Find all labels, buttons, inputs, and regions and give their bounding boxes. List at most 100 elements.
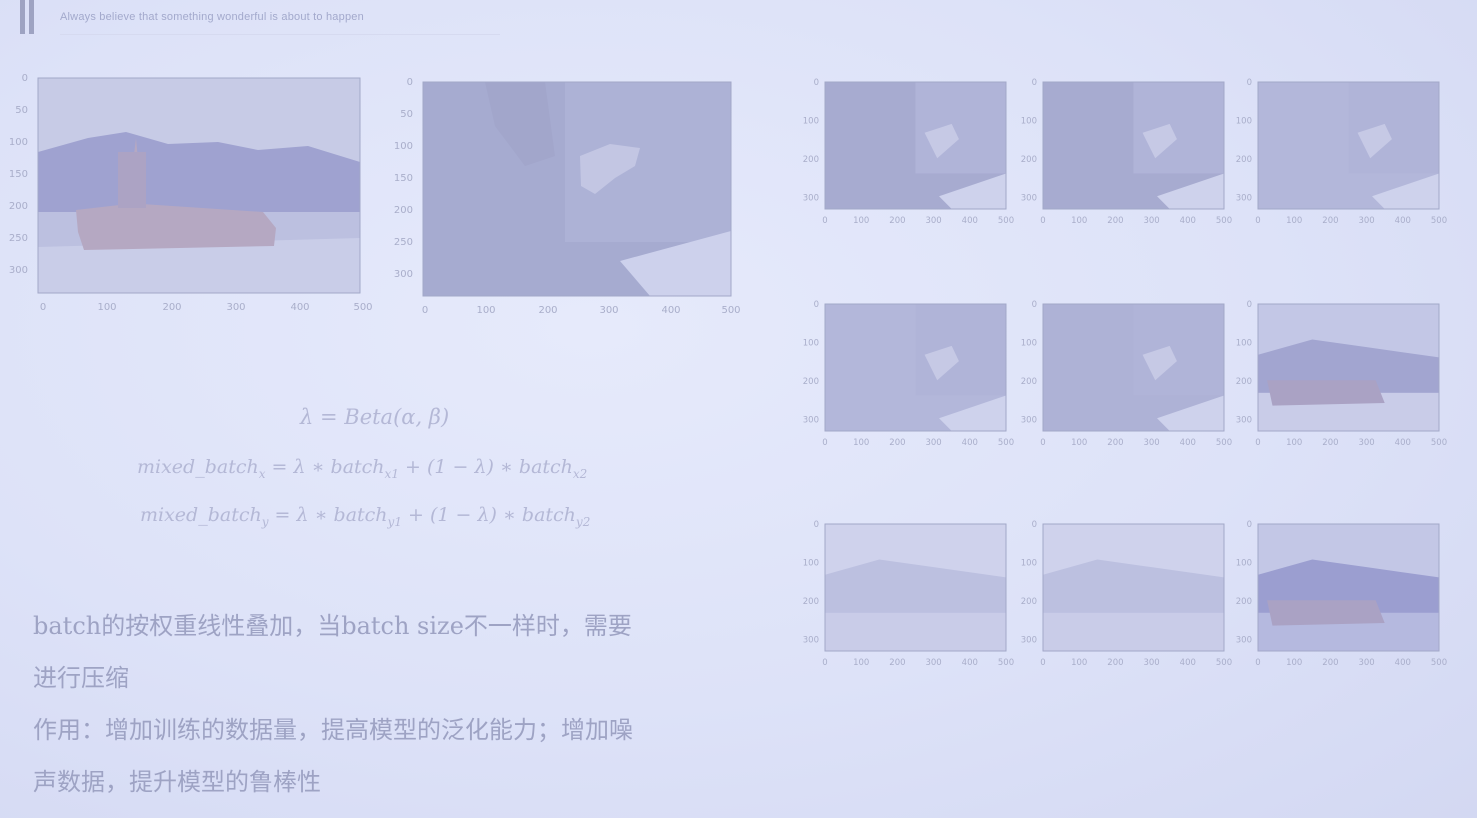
mixup-6-xtick-5: 500 [1431,438,1447,448]
boat-ytick-5: 250 [9,233,28,244]
mixup-image-9 [1258,524,1439,651]
boat-xtick-4: 400 [290,302,309,313]
body-text-line-3: 作用：增加训练的数据量，提高模型的泛化能力；增加噪 [33,716,633,744]
mixup-4-ytick-0: 0 [814,300,819,310]
mixup-2-ytick-2: 200 [1021,155,1037,165]
mixup-plot-5: 0 100 200 300 0 100 200 300 400 500 [1015,296,1244,459]
horse-xtick-5: 500 [721,305,740,316]
mixup-6-xtick-0: 0 [1255,438,1260,448]
horse-xtick-2: 200 [538,305,557,316]
mixup-2-ytick-3: 300 [1021,193,1037,203]
mixup-9-xtick-4: 400 [1395,658,1411,668]
horse-xtick-3: 300 [599,305,618,316]
horse-x-ticks: 0 100 200 300 400 500 [422,305,741,316]
mixup-1-ytick-1: 100 [803,116,819,126]
mixup-5-ytick-2: 200 [1021,377,1037,387]
horse-ytick-2: 100 [394,141,413,152]
mixup-3-xtick-4: 400 [1395,216,1411,226]
mixup-8-ytick-2: 200 [1021,597,1037,607]
mixup-2-ytick-1: 100 [1021,116,1037,126]
mixup-5-xtick-0: 0 [1040,438,1045,448]
mixup-3-xtick-1: 100 [1286,216,1302,226]
mixup-plot-7: 0 100 200 300 0 100 200 300 400 500 [797,516,1026,679]
horse-ytick-6: 300 [394,269,413,280]
mixup-1-xtick-5: 500 [998,216,1014,226]
mixup-7-xtick-5: 500 [998,658,1014,668]
mixup-plot-6: 0 100 200 300 0 100 200 300 400 500 [1230,296,1459,459]
formula-mixed-batch-y: mixed_batchy = λ ∗ batchy1 + (1 − λ) ∗ b… [140,504,591,529]
mixup-4-xtick-2: 200 [889,438,905,448]
mixup-3-ytick-1: 100 [1236,116,1252,126]
mixup-7-ytick-3: 300 [803,635,819,645]
mixup-9-ytick-1: 100 [1236,558,1252,568]
mixup-8-xtick-0: 0 [1040,658,1045,668]
mixup-1-xtick-0: 0 [822,216,827,226]
mixup-3-xtick-2: 200 [1322,216,1338,226]
mixup-1-ytick-2: 200 [803,155,819,165]
mixup-6-ytick-3: 300 [1236,415,1252,425]
boat-ytick-1: 50 [15,105,28,116]
mixup-3-xtick-0: 0 [1255,216,1260,226]
boat-xtick-5: 500 [353,302,372,313]
body-text-line-2: 进行压缩 [33,664,129,692]
mixup-plot-8: 0 100 200 300 0 100 200 300 400 500 [1015,516,1244,679]
mixup-image-6 [1258,304,1439,431]
mixup-image-3 [1258,82,1439,209]
mixup-5-xtick-3: 300 [1143,438,1159,448]
mixup-5-ytick-1: 100 [1021,338,1037,348]
mixup-8-ytick-1: 100 [1021,558,1037,568]
mixup-2-ytick-0: 0 [1032,78,1037,88]
mixup-image-1 [825,82,1006,209]
boat-xtick-2: 200 [162,302,181,313]
mixup-3-xtick-5: 500 [1431,216,1447,226]
mixup-4-xtick-1: 100 [853,438,869,448]
mixup-3-ytick-3: 300 [1236,193,1252,203]
mixup-8-xtick-4: 400 [1180,658,1196,668]
mixup-9-xtick-1: 100 [1286,658,1302,668]
mixup-image-2 [1043,82,1224,209]
mixup-8-ytick-0: 0 [1032,520,1037,530]
mixup-7-xtick-3: 300 [925,658,941,668]
mixup-2-xtick-3: 300 [1143,216,1159,226]
mixup-7-ytick-1: 100 [803,558,819,568]
mixup-9-xtick-5: 500 [1431,658,1447,668]
mixup-5-xtick-1: 100 [1071,438,1087,448]
mixup-7-ytick-2: 200 [803,597,819,607]
horse-ytick-4: 200 [394,205,413,216]
mixup-9-ytick-3: 300 [1236,635,1252,645]
mixup-3-ytick-2: 200 [1236,155,1252,165]
mixup-7-xtick-0: 0 [822,658,827,668]
mixup-9-xtick-2: 200 [1322,658,1338,668]
mixup-1-xtick-2: 200 [889,216,905,226]
mixup-1-xtick-1: 100 [853,216,869,226]
mixup-9-xtick-3: 300 [1358,658,1374,668]
horse-ytick-1: 50 [400,109,413,120]
mixup-8-xtick-2: 200 [1107,658,1123,668]
logo-icon [20,0,38,34]
mixup-3-ytick-0: 0 [1247,78,1252,88]
mixup-6-xtick-4: 400 [1395,438,1411,448]
boat-image [38,78,360,293]
boat-ytick-3: 150 [9,169,28,180]
mixup-8-ytick-3: 300 [1021,635,1037,645]
mixup-1-ytick-3: 300 [803,193,819,203]
mixup-image-7 [825,524,1006,651]
body-text-line-1: batch的按权重线性叠加，当batch size不一样时，需要 [33,612,632,640]
header-divider [60,34,500,35]
mixup-6-ytick-1: 100 [1236,338,1252,348]
mixup-2-xtick-2: 200 [1107,216,1123,226]
mixup-6-ytick-0: 0 [1247,300,1252,310]
mixup-4-ytick-2: 200 [803,377,819,387]
body-text-line-4: 声数据，提升模型的鲁棒性 [33,768,321,796]
boat-xtick-1: 100 [97,302,116,313]
boat-xtick-3: 300 [226,302,245,313]
mixup-plot-9: 0 100 200 300 0 100 200 300 400 500 [1230,516,1459,679]
header-slogan: Always believe that something wonderful … [60,11,364,23]
mixup-6-xtick-2: 200 [1322,438,1338,448]
mixup-image-8 [1043,524,1224,651]
horse-xtick-1: 100 [476,305,495,316]
horse-xtick-4: 400 [661,305,680,316]
horse-ytick-5: 250 [394,237,413,248]
formula-lambda: λ = Beta(α, β) [300,405,450,429]
mixup-1-ytick-0: 0 [814,78,819,88]
